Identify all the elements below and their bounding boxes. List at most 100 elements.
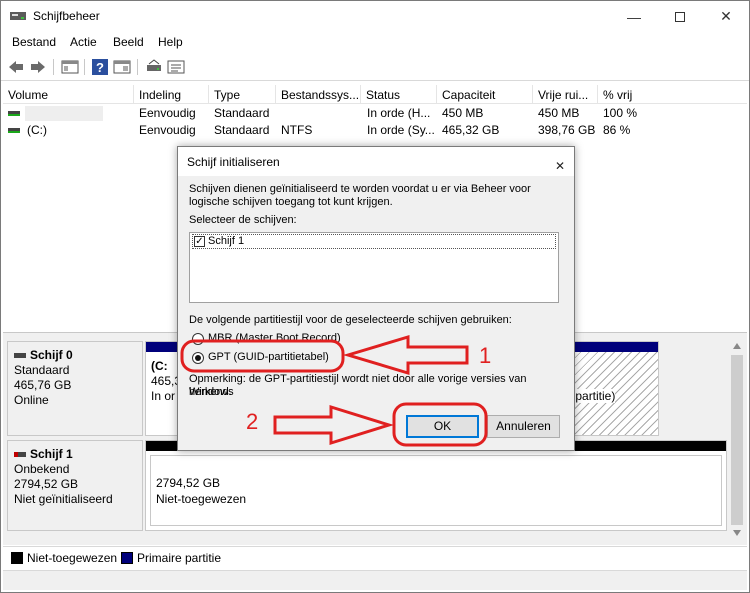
disk-1-label[interactable]: Schijf 1 Onbekend 2794,52 GB Niet geïnit… (7, 440, 143, 531)
gpt-radio-label[interactable]: GPT (GUID-partitietabel) (208, 351, 329, 363)
list-view-icon[interactable] (167, 58, 185, 76)
disk-1-name: Schijf 1 (30, 447, 73, 461)
column-header-row: Volume Indeling Type Bestandssys... Stat… (3, 85, 747, 104)
toolbar-separator (53, 59, 54, 75)
cell-vrij: 398,76 GB (538, 123, 596, 137)
help-icon[interactable]: ? (91, 58, 109, 76)
disk-management-icon (10, 12, 26, 20)
menu-bestand[interactable]: Bestand (12, 35, 56, 49)
mbr-radio-label[interactable]: MBR (Master Boot Record) (208, 332, 341, 344)
vertical-scrollbar[interactable] (729, 337, 745, 542)
disk-0-label[interactable]: Schijf 0 Standaard 465,76 GB Online (7, 341, 143, 436)
select-disks-label: Selecteer de schijven: (189, 214, 297, 226)
unallocated-space[interactable]: 2794,52 GB Niet-toegewezen (145, 440, 727, 531)
scrollbar-thumb[interactable] (731, 355, 743, 525)
table-row[interactable]: (C:) Eenvoudig Standaard NTFS In orde (S… (3, 122, 747, 139)
cell-status: In orde (H... (367, 106, 431, 120)
dialog-intro-line-2: logische schijven toegang tot kunt krijg… (189, 196, 393, 208)
column-capaciteit[interactable]: Capaciteit (437, 85, 533, 104)
disk-1-type: Onbekend (14, 462, 70, 476)
cell-pct: 86 % (603, 123, 631, 137)
menu-beeld[interactable]: Beeld (113, 35, 144, 49)
column-vrije-ruimte[interactable]: Vrije rui... (533, 85, 598, 104)
cell-status: In orde (Sy... (367, 123, 435, 137)
cell-volume: (C:) (27, 123, 47, 137)
unallocated-label: Niet-toegewezen (156, 492, 247, 506)
close-icon: ✕ (555, 159, 566, 173)
gpt-note-line-1: Opmerking: de GPT-partitiestijl wordt ni… (189, 373, 527, 398)
cell-indeling: Eenvoudig (139, 123, 196, 137)
gpt-note-line-2: herkend. (189, 386, 232, 398)
gpt-radio[interactable] (192, 352, 204, 364)
volume-icon (8, 128, 20, 133)
cell-type: Standaard (214, 106, 270, 120)
cell-fs: NTFS (281, 123, 313, 137)
disk-selection-list[interactable]: ✓ Schijf 1 (189, 232, 559, 303)
legend-unallocated: Niet-toegewezen (27, 551, 118, 565)
scroll-down-icon[interactable] (733, 530, 741, 536)
column-volume[interactable]: Volume (3, 85, 134, 104)
list-item[interactable]: ✓ Schijf 1 (192, 234, 556, 249)
cell-type: Standaard (214, 123, 270, 137)
close-button[interactable]: ✕ (703, 1, 749, 32)
maximize-icon (675, 11, 685, 22)
cell-capaciteit: 450 MB (442, 106, 484, 120)
disk-1-state: Niet geïnitialiseerd (14, 492, 113, 506)
column-indeling[interactable]: Indeling (134, 85, 209, 104)
cell-pct: 100 % (603, 106, 638, 120)
disk-1-checkbox[interactable]: ✓ (194, 236, 205, 247)
console-tree-icon[interactable] (61, 58, 79, 76)
initialize-disk-dialog: Schijf initialiseren ✕ Schijven dienen g… (177, 146, 575, 451)
partition-style-label: De volgende partitiestijl voor de gesele… (189, 314, 512, 326)
minimize-icon: — (627, 8, 641, 25)
disk-0-name: Schijf 0 (30, 348, 73, 362)
maximize-button[interactable] (657, 1, 703, 32)
column-bestandssysteem[interactable]: Bestandssys... (276, 85, 361, 104)
partition-c-status: In or (151, 389, 176, 403)
cell-vrij: 450 MB (538, 106, 580, 120)
volume-icon (8, 111, 20, 116)
cell-indeling: Eenvoudig (139, 106, 196, 120)
menu-help[interactable]: Help (158, 35, 183, 49)
dialog-title: Schijf initialiseren (187, 155, 280, 169)
checkmark-icon: ✓ (195, 236, 204, 247)
minimize-button[interactable]: — (611, 1, 657, 32)
dialog-intro-line-1: Schijven dienen geïnitialiseerd te worde… (189, 183, 531, 195)
legend-unallocated-swatch (11, 552, 23, 564)
cancel-button[interactable]: Annuleren (487, 415, 560, 438)
toolbar: ? (1, 54, 749, 81)
title-bar: Schijfbeheer — ✕ (1, 1, 749, 32)
window-title: Schijfbeheer (33, 9, 100, 23)
close-icon: ✕ (720, 8, 732, 24)
ok-button[interactable]: OK (406, 415, 479, 438)
menu-bar: Bestand Actie Beeld Help (1, 32, 749, 53)
unallocated-box: 2794,52 GB Niet-toegewezen (150, 455, 722, 526)
column-status[interactable]: Status (361, 85, 437, 104)
forward-arrow-icon[interactable] (29, 58, 47, 76)
scroll-up-icon[interactable] (733, 343, 741, 349)
toolbar-separator (84, 59, 85, 75)
disk-1-item-label: Schijf 1 (208, 235, 245, 247)
status-bar (3, 570, 747, 590)
disk-0-state: Online (14, 393, 49, 407)
menu-actie[interactable]: Actie (70, 35, 97, 49)
disk-management-window: Schijfbeheer — ✕ Bestand Actie Beeld Hel… (0, 0, 750, 593)
disk-0-type: Standaard (14, 363, 70, 377)
table-row[interactable]: Eenvoudig Standaard In orde (H... 450 MB… (3, 105, 747, 122)
legend-primary: Primaire partitie (137, 551, 222, 565)
back-arrow-icon[interactable] (7, 58, 25, 76)
volume-name-blurred (25, 106, 103, 121)
mbr-radio[interactable] (192, 333, 204, 345)
show-pane-icon[interactable] (113, 58, 131, 76)
disk-icon (14, 353, 26, 359)
dialog-title-bar: Schijf initialiseren ✕ (178, 147, 574, 176)
disk-error-icon (14, 452, 26, 458)
disk-1-size: 2794,52 GB (14, 477, 79, 491)
column-pct-vrij[interactable]: % vrij (598, 85, 747, 104)
disk-properties-icon[interactable] (145, 58, 163, 76)
column-type[interactable]: Type (209, 85, 276, 104)
cell-capaciteit: 465,32 GB (442, 123, 500, 137)
partition-c-label: (C: (151, 359, 168, 373)
disk-1-row: Schijf 1 Onbekend 2794,52 GB Niet geïnit… (7, 440, 727, 531)
dialog-close-button[interactable]: ✕ (546, 151, 568, 173)
